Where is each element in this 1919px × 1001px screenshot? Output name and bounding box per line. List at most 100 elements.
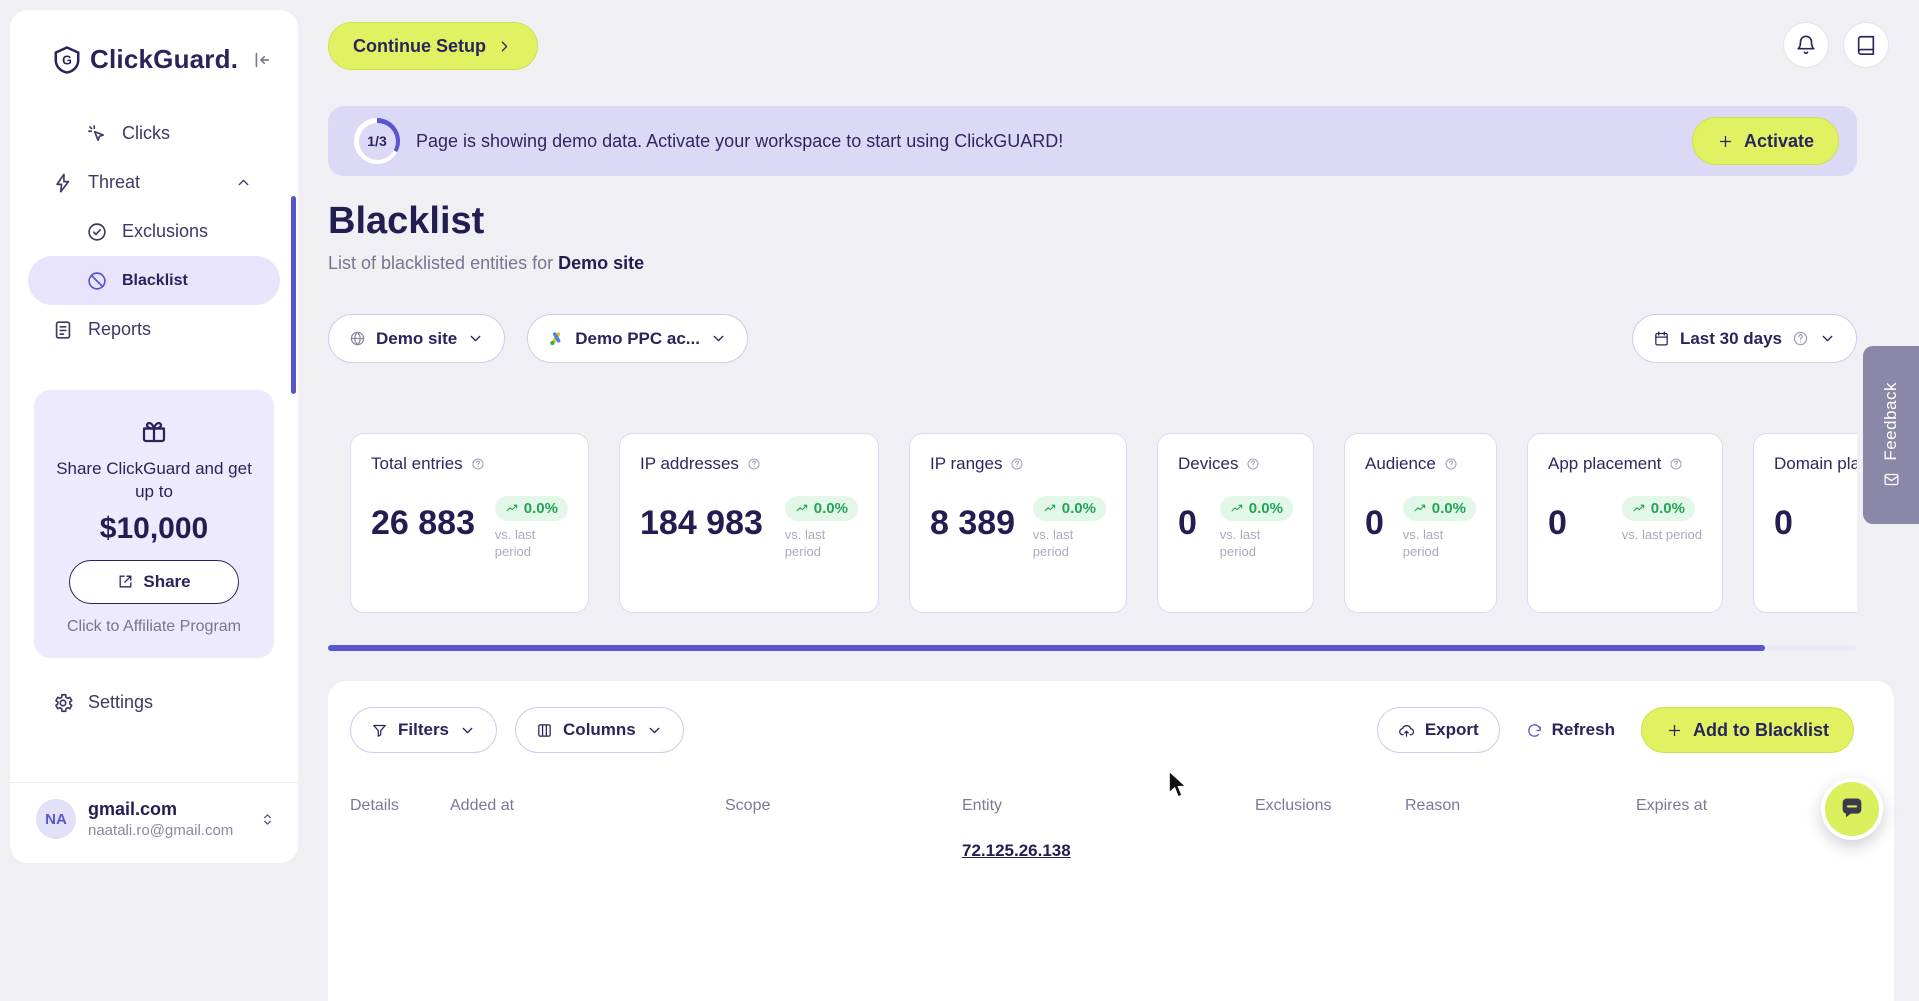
notifications-button[interactable]: [1783, 22, 1829, 68]
account-switcher-icon[interactable]: [259, 811, 276, 828]
site-selector[interactable]: Demo site: [328, 314, 505, 363]
sidebar-item-settings[interactable]: Settings: [10, 692, 298, 714]
user-email: naatali.ro@gmail.com: [88, 822, 233, 839]
cards-scrollbar-thumb[interactable]: [328, 645, 1765, 651]
stat-change-badge: 0.0%: [495, 496, 568, 521]
export-label: Export: [1425, 720, 1479, 740]
page-title: Blacklist: [328, 200, 1857, 243]
promo-amount: $10,000: [54, 512, 254, 546]
main-content: Continue Setup 1/3 Page is sh: [328, 0, 1919, 873]
column-header-exclusions[interactable]: Exclusions: [1255, 797, 1405, 815]
help-icon[interactable]: [1246, 457, 1260, 471]
column-header-scope[interactable]: Scope: [725, 797, 962, 815]
ppc-account-selector[interactable]: Demo PPC ac...: [527, 314, 748, 363]
column-header-reason[interactable]: Reason: [1405, 797, 1636, 815]
sidebar-item-exclusions[interactable]: Exclusions: [10, 207, 298, 256]
plus-icon: [1717, 133, 1734, 150]
help-icon[interactable]: [1669, 457, 1683, 471]
date-range-selector[interactable]: Last 30 days: [1632, 314, 1857, 363]
refresh-button[interactable]: Refresh: [1526, 720, 1615, 740]
logo-row: G ClickGuard.: [10, 44, 298, 75]
continue-setup-button[interactable]: Continue Setup: [328, 22, 538, 70]
calendar-icon: [1653, 330, 1670, 347]
report-icon: [52, 319, 74, 341]
stat-value: 0: [1548, 504, 1567, 543]
stat-note: vs. last period: [1622, 527, 1702, 544]
sidebar-item-reports[interactable]: Reports: [10, 305, 298, 354]
collapse-sidebar-icon[interactable]: [250, 49, 272, 71]
add-to-blacklist-label: Add to Blacklist: [1693, 720, 1829, 741]
refresh-label: Refresh: [1552, 720, 1615, 740]
user-name: gmail.com: [88, 799, 233, 820]
help-icon[interactable]: [1444, 457, 1458, 471]
user-account[interactable]: NA gmail.com naatali.ro@gmail.com: [10, 782, 298, 839]
blocked-icon: [86, 270, 108, 292]
stat-label: Total entries: [371, 454, 463, 474]
sidebar-item-blacklist-active[interactable]: Blacklist: [28, 256, 280, 305]
page-subtitle-text: List of blacklisted entities for: [328, 253, 553, 273]
demo-data-banner: 1/3 Page is showing demo data. Activate …: [328, 106, 1857, 176]
export-button[interactable]: Export: [1377, 707, 1500, 753]
stat-card-ip-addresses: IP addresses 184 983 0.0% vs. last perio…: [619, 433, 879, 613]
sidebar-item-label: Threat: [88, 172, 140, 193]
refresh-icon: [1526, 722, 1543, 739]
clickguard-logo-icon: G: [52, 45, 82, 75]
stat-change-badge: 0.0%: [785, 496, 858, 521]
sidebar-item-label: Reports: [88, 319, 151, 340]
trend-up-icon: [1043, 502, 1057, 516]
upper-content: 1/3 Page is showing demo data. Activate …: [328, 106, 1857, 651]
sidebar-item-label: Clicks: [122, 123, 170, 144]
activate-button[interactable]: Activate: [1692, 117, 1839, 165]
trend-up-icon: [1632, 502, 1646, 516]
chat-bubble-icon: [1838, 795, 1866, 823]
affiliate-link[interactable]: Click to Affiliate Program: [54, 618, 254, 636]
lightning-icon: [52, 172, 74, 194]
stat-change-badge: 0.0%: [1403, 496, 1476, 521]
stat-value: 0: [1178, 504, 1197, 543]
chevron-right-icon: [496, 38, 513, 55]
topbar: Continue Setup: [328, 0, 1919, 70]
column-header-details[interactable]: Details: [350, 797, 450, 815]
sidebar-item-threat[interactable]: Threat: [10, 158, 298, 207]
help-icon: [1792, 330, 1809, 347]
cards-scrollbar-track: [328, 645, 1857, 651]
google-ads-icon: [548, 330, 565, 347]
columns-label: Columns: [563, 720, 636, 740]
entity-link[interactable]: 72.125.26.138: [962, 841, 1255, 861]
feedback-label: Feedback: [1881, 382, 1901, 461]
share-button[interactable]: Share: [69, 560, 239, 604]
sidebar-item-clicks[interactable]: Clicks: [10, 109, 298, 158]
table-toolbar: Filters Columns Export: [350, 707, 1854, 753]
filters-button[interactable]: Filters: [350, 707, 497, 753]
stat-value: 0: [1774, 504, 1793, 543]
column-header-added-at[interactable]: Added at: [450, 797, 725, 815]
table-row: 72.125.26.138: [350, 841, 1854, 861]
feedback-tab[interactable]: Feedback: [1863, 346, 1919, 524]
stat-card-total-entries: Total entries 26 883 0.0% vs. last perio…: [350, 433, 589, 613]
chevron-up-icon[interactable]: [235, 174, 252, 191]
stat-label: Domain pla: [1774, 454, 1857, 474]
add-to-blacklist-button[interactable]: Add to Blacklist: [1641, 707, 1854, 753]
columns-button[interactable]: Columns: [515, 707, 684, 753]
help-icon[interactable]: [1010, 457, 1024, 471]
stat-label: Devices: [1178, 454, 1238, 474]
stat-value: 8 389: [930, 504, 1015, 543]
stat-card-devices: Devices 0 0.0% vs. last period: [1157, 433, 1314, 613]
avatar: NA: [36, 799, 76, 839]
sidebar-item-label: Exclusions: [122, 221, 208, 242]
chevron-down-icon: [459, 722, 476, 739]
help-icon[interactable]: [471, 457, 485, 471]
gear-icon: [52, 692, 74, 714]
table-header-row: Details Added at Scope Entity Exclusions…: [350, 797, 1854, 815]
stat-note: vs. last period: [785, 527, 849, 561]
column-header-entity[interactable]: Entity: [962, 797, 1255, 815]
sidebar-scrollbar[interactable]: [291, 196, 296, 394]
page-subtitle: List of blacklisted entities for Demo si…: [328, 253, 1857, 274]
trend-up-icon: [1413, 502, 1427, 516]
help-icon[interactable]: [747, 457, 761, 471]
docs-button[interactable]: [1843, 22, 1889, 68]
stat-value: 0: [1365, 504, 1384, 543]
external-link-icon: [117, 573, 134, 590]
stat-note: vs. last period: [1033, 527, 1097, 561]
chat-widget-button[interactable]: [1821, 778, 1883, 840]
